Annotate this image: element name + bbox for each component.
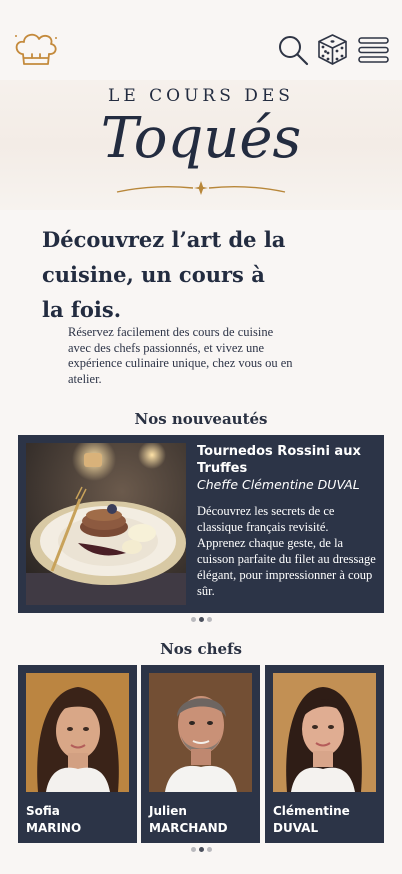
brand-title-top: LE COURS DES xyxy=(108,86,294,106)
novelties-pagination xyxy=(0,617,402,625)
page-headline: Découvrez l’art de la cuisine, un cours … xyxy=(42,227,286,322)
chef-name: Sofia MARINO xyxy=(26,803,134,837)
chef-card[interactable]: Clémentine DUVAL xyxy=(265,665,384,843)
chef-hat-icon[interactable] xyxy=(12,30,60,70)
chef-portrait xyxy=(149,673,252,792)
chef-first-name: Clémentine xyxy=(273,804,350,818)
chef-card[interactable]: Sofia MARINO xyxy=(18,665,137,843)
pagination-dot[interactable] xyxy=(206,847,212,852)
section-title-chefs: Nos chefs xyxy=(160,640,242,658)
section-title-novelties: Nos nouveautés xyxy=(134,410,268,428)
ornament-divider xyxy=(115,178,287,198)
course-chef: Cheffe Clémentine DUVAL xyxy=(197,477,360,492)
chef-portrait xyxy=(273,673,376,792)
chef-first-name: Sofia xyxy=(26,804,60,818)
pagination-dot-active[interactable] xyxy=(198,617,204,622)
chef-card[interactable]: Julien MARCHAND xyxy=(141,665,260,843)
brand-title-script: Toqués xyxy=(100,106,302,171)
chef-last-name: MARINO xyxy=(26,821,82,835)
chef-name: Clémentine DUVAL xyxy=(273,803,381,837)
chefs-pagination xyxy=(0,847,402,855)
chef-last-name: DUVAL xyxy=(273,821,319,835)
featured-course-card[interactable]: Tournedos Rossini aux Truffes Cheffe Clé… xyxy=(18,435,384,613)
pagination-dot[interactable] xyxy=(190,617,196,622)
chef-first-name: Julien xyxy=(149,804,187,818)
course-photo xyxy=(26,443,186,605)
intro-text: Réservez facilement des cours de cuisine… xyxy=(68,325,293,386)
top-bar xyxy=(0,0,402,90)
course-description: Découvrez les secrets de ce classique fr… xyxy=(197,504,376,598)
search-icon[interactable] xyxy=(277,34,309,66)
dice-icon[interactable] xyxy=(316,33,349,66)
pagination-dot[interactable] xyxy=(206,617,212,622)
course-title: Tournedos Rossini aux Truffes xyxy=(197,444,361,476)
pagination-dot[interactable] xyxy=(190,847,196,852)
hamburger-menu-icon[interactable] xyxy=(357,36,390,64)
pagination-dot-active[interactable] xyxy=(198,847,204,852)
chef-last-name: MARCHAND xyxy=(149,821,228,835)
chef-portrait xyxy=(26,673,129,792)
chef-name: Julien MARCHAND xyxy=(149,803,257,837)
